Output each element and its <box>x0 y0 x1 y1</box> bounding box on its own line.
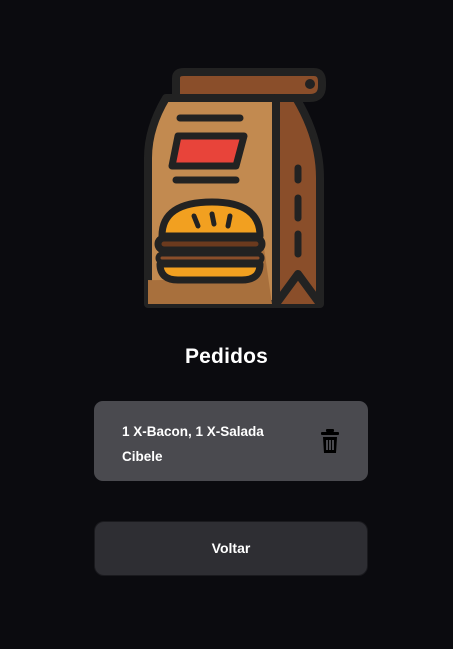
burger-bag-logo-icon <box>144 68 326 308</box>
back-button[interactable]: Voltar <box>94 521 368 576</box>
order-customer-name: Cibele <box>122 449 163 464</box>
page-title: Pedidos <box>184 345 269 368</box>
order-card[interactable]: 1 X-Bacon, 1 X-Salada Cibele <box>94 401 368 481</box>
trash-icon[interactable] <box>320 428 340 454</box>
order-items-text: 1 X-Bacon, 1 X-Salada <box>122 424 264 439</box>
app-root: Pedidos 1 X-Bacon, 1 X-Salada Cibele Vol… <box>0 0 453 649</box>
